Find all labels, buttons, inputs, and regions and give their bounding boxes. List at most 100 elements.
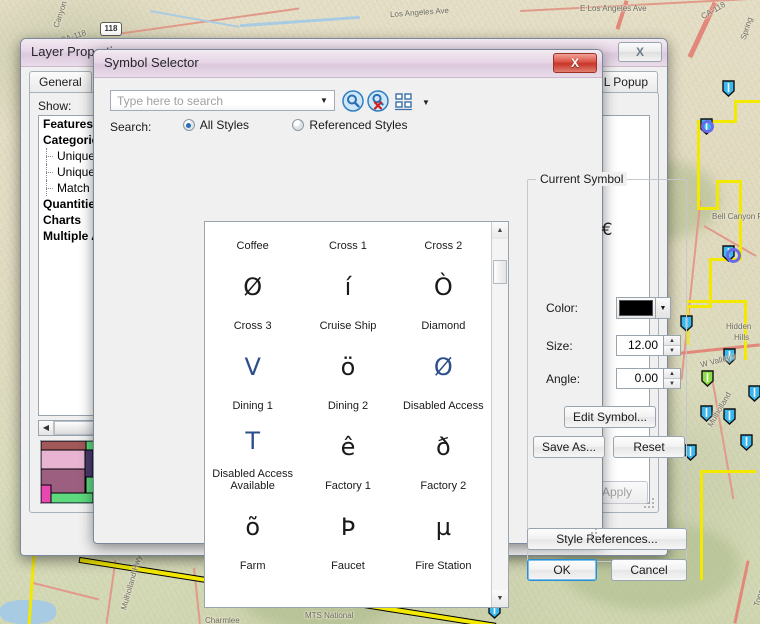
symbol-list-scrollbar[interactable]: ▲ ▼ — [491, 222, 508, 607]
map-boundary — [734, 100, 760, 103]
map-boundary — [734, 100, 737, 122]
scroll-up-icon[interactable]: ▲ — [492, 222, 508, 239]
symbol-item[interactable]: V Dining 1 — [205, 334, 300, 414]
search-icon[interactable] — [341, 89, 365, 113]
symbol-item[interactable]: Þ Faucet — [300, 494, 395, 574]
symbol-label: Cross 2 — [424, 240, 463, 252]
symbol-item[interactable]: ð Factory 2 — [396, 414, 491, 494]
stepper-up-icon[interactable]: ▲ — [664, 336, 680, 346]
current-symbol-preview: € — [601, 220, 613, 240]
symbol-item[interactable]: Coffee — [205, 222, 300, 254]
map-label: Hidden — [726, 322, 752, 331]
map-label: Charmlee — [205, 616, 240, 624]
symbol-item[interactable]: Ò Diamond — [396, 254, 491, 334]
search-input[interactable]: Type here to search ▼ — [110, 90, 335, 111]
symbol-glyph: Ø — [243, 273, 263, 301]
map-boundary — [686, 300, 746, 303]
chevron-down-icon[interactable]: ▼ — [314, 91, 334, 110]
chevron-down-icon[interactable]: ▼ — [656, 297, 671, 319]
map-boundary — [700, 470, 703, 580]
scrollbar-thumb[interactable] — [493, 260, 507, 284]
map-label: Bell Canyon Park — [712, 212, 760, 221]
symbol-glyph: ð — [435, 433, 451, 461]
map-label: E Los Angeles Ave — [580, 4, 647, 13]
scroll-left-icon[interactable]: ◀ — [39, 421, 54, 435]
map-marker-pin[interactable] — [748, 385, 760, 402]
map-label: Hills — [734, 333, 750, 342]
close-icon[interactable]: X — [553, 53, 597, 73]
search-placeholder: Type here to search — [117, 93, 224, 108]
symbol-label: Cross 1 — [329, 240, 367, 252]
map-marker-pin[interactable] — [723, 408, 736, 425]
map-label: MTS National — [305, 611, 354, 620]
style-references-button[interactable]: Style References... — [527, 528, 687, 550]
route-shield: 118 — [100, 22, 122, 36]
symbol-label: Coffee — [236, 240, 269, 252]
radio-all-styles[interactable]: All Styles — [182, 118, 249, 132]
symbol-item[interactable]: Ø Cross 3 — [205, 254, 300, 334]
symbol-item[interactable]: í Cruise Ship — [300, 254, 395, 334]
symbol-glyph: µ — [435, 513, 451, 541]
symbol-glyph: ↘ — [243, 574, 263, 607]
symbol-item[interactable]: ê Factory 1 — [300, 414, 395, 494]
chevron-down-icon[interactable]: ▼ — [422, 98, 430, 107]
symbol-glyph: ↘ — [433, 574, 453, 607]
symbol-selector-title: Symbol Selector — [104, 55, 199, 70]
symbol-glyph: V — [244, 353, 261, 381]
map-marker-pin[interactable] — [740, 434, 753, 451]
stepper-up-icon[interactable]: ▲ — [664, 369, 680, 379]
symbol-item[interactable]: ↘ — [396, 574, 491, 607]
resize-grip[interactable] — [586, 528, 598, 540]
tab-general[interactable]: General — [29, 71, 92, 93]
symbol-item[interactable]: ≔ — [300, 574, 395, 607]
map-boundary — [716, 180, 719, 210]
show-label: Show: — [38, 99, 72, 113]
size-stepper[interactable]: ▲ ▼ — [664, 335, 681, 356]
map-circle-marker[interactable] — [701, 120, 714, 133]
ok-button[interactable]: OK — [527, 559, 597, 581]
symbol-glyph: ≔ — [336, 574, 360, 607]
stepper-down-icon[interactable]: ▼ — [664, 379, 680, 388]
stepper-down-icon[interactable]: ▼ — [664, 346, 680, 355]
symbol-glyph: Ø — [433, 353, 453, 381]
symbol-selector-window[interactable]: Symbol Selector X Type here to search ▼ — [93, 49, 687, 608]
map-marker-pin[interactable] — [722, 80, 735, 97]
symbol-glyph: Þ — [340, 513, 356, 541]
color-swatch-button[interactable] — [616, 297, 656, 319]
symbol-item[interactable]: ö Dining 2 — [300, 334, 395, 414]
size-input[interactable]: 12.00 — [616, 335, 664, 356]
symbol-label: Diamond — [421, 320, 466, 332]
symbol-item[interactable]: Cross 2 — [396, 222, 491, 254]
symbol-label: Farm — [239, 560, 266, 572]
symbol-label: Factory 1 — [325, 480, 371, 492]
angle-stepper[interactable]: ▲ ▼ — [664, 368, 681, 389]
symbol-glyph: õ — [245, 513, 260, 541]
angle-input[interactable]: 0.00 — [616, 368, 664, 389]
symbol-item[interactable]: µ Fire Station — [396, 494, 491, 574]
edit-symbol-button[interactable]: Edit Symbol... — [564, 406, 656, 428]
map-circle-marker[interactable] — [726, 248, 741, 263]
symbol-item[interactable]: ↘ — [205, 574, 300, 607]
symbol-item[interactable]: õ Farm — [205, 494, 300, 574]
symbol-label: Dining 2 — [327, 400, 369, 412]
radio-referenced-styles[interactable]: Referenced Styles — [292, 118, 407, 132]
radio-referenced-styles-label: Referenced Styles — [309, 118, 408, 132]
symbol-item[interactable]: Ø Disabled Access — [396, 334, 491, 414]
current-symbol-group: Current Symbol € Color: ▼ Size: 12.00 ▲ … — [527, 172, 687, 562]
symbol-item[interactable]: Cross 1 — [300, 222, 395, 254]
save-as-button[interactable]: Save As... — [533, 436, 605, 458]
symbol-selector-titlebar[interactable]: Symbol Selector X — [94, 50, 602, 78]
symbol-glyph: ö — [340, 353, 356, 381]
symbol-item[interactable]: T Disabled Access Available — [205, 414, 300, 494]
reset-button[interactable]: Reset — [613, 436, 685, 458]
cancel-button[interactable]: Cancel — [611, 559, 687, 581]
scroll-down-icon[interactable]: ▼ — [492, 590, 508, 607]
view-style-icon[interactable] — [392, 89, 416, 113]
clear-search-icon[interactable] — [366, 89, 390, 113]
color-label: Color: — [546, 301, 579, 315]
symbol-grid[interactable]: Coffee Cross 1 Cross 2 Ø Cross 3 í Cruis… — [205, 222, 491, 607]
symbol-list[interactable]: Coffee Cross 1 Cross 2 Ø Cross 3 í Cruis… — [204, 221, 509, 608]
close-icon[interactable]: X — [618, 42, 662, 62]
symbol-glyph: í — [344, 273, 352, 301]
map-marker-pin-green[interactable] — [701, 370, 714, 387]
